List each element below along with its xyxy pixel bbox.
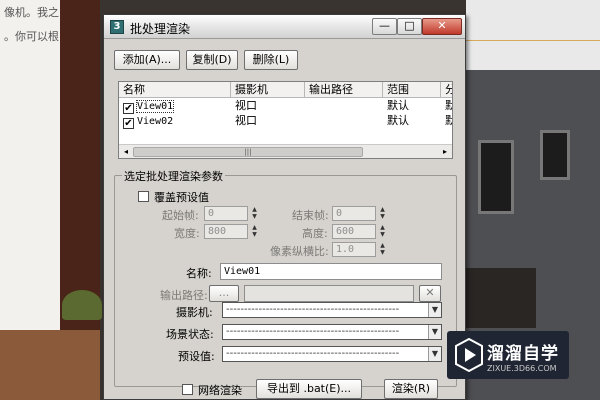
height-spinner[interactable]: ▲ ▼ xyxy=(378,224,387,239)
background-picture-frame-1 xyxy=(478,140,514,214)
output-browse-button[interactable]: ... xyxy=(209,285,239,302)
network-render-checkbox[interactable] xyxy=(182,384,193,395)
end-frame-field[interactable]: 0 xyxy=(332,206,376,221)
view-output xyxy=(305,99,383,114)
batch-render-dialog: 3 批处理渲染 — □ ✕ 添加(A)... 复制(D) 删除(L) 名称 摄影… xyxy=(103,14,466,400)
start-frame-label: 起始帧: xyxy=(162,209,199,222)
view-extra: 默 xyxy=(441,114,452,129)
column-name[interactable]: 名称 xyxy=(119,82,231,98)
view-range: 默认 xyxy=(387,99,409,112)
column-extra[interactable]: 分 xyxy=(441,82,452,98)
end-frame-spinner[interactable]: ▲ ▼ xyxy=(378,206,387,221)
preset-label: 预设值: xyxy=(178,350,215,363)
pixel-aspect-label: 像素纵横比: xyxy=(270,245,329,258)
site-watermark: 溜溜自学 ZIXUE.3D66.COM xyxy=(447,331,569,379)
view-name: View01 xyxy=(135,100,175,113)
app-logo-icon: 3 xyxy=(110,20,124,34)
camera-select-value: ----------------------------------------… xyxy=(226,304,400,315)
play-logo-icon xyxy=(455,338,483,372)
list-item[interactable]: ✔View01 视口 默认 默 xyxy=(119,99,452,114)
dialog-title: 批处理渲染 xyxy=(130,22,191,36)
background-picture-frame-2 xyxy=(540,130,570,180)
network-render-label: 网络渲染 xyxy=(198,384,242,397)
row-checkbox[interactable]: ✔ xyxy=(123,118,134,129)
camera-label: 摄影机: xyxy=(176,306,213,319)
camera-select[interactable]: ----------------------------------------… xyxy=(222,302,442,318)
scroll-left-icon[interactable]: ◂ xyxy=(119,146,133,158)
parameters-group-title: 选定批处理渲染参数 xyxy=(122,168,225,184)
view-camera: 视口 xyxy=(235,99,257,112)
list-item[interactable]: ✔View02 视口 默认 默 xyxy=(119,114,452,129)
list-header: 名称 摄影机 输出路径 范围 分 xyxy=(119,82,452,98)
output-path-field[interactable] xyxy=(244,285,414,302)
override-preset-checkbox[interactable] xyxy=(138,191,149,202)
minimize-button[interactable]: — xyxy=(372,18,397,35)
render-button[interactable]: 渲染(R) xyxy=(384,379,438,399)
column-range[interactable]: 范围 xyxy=(383,82,441,98)
name-field[interactable]: View01 xyxy=(220,263,442,280)
view-name: View02 xyxy=(137,116,174,127)
background-plant xyxy=(62,290,102,320)
view-camera: 视口 xyxy=(235,114,257,127)
height-field[interactable]: 600 xyxy=(332,224,376,239)
delete-button[interactable]: 删除(L) xyxy=(244,50,298,70)
scroll-right-icon[interactable]: ▸ xyxy=(438,146,452,158)
scene-state-select[interactable]: ----------------------------------------… xyxy=(222,324,442,340)
scroll-thumb[interactable]: ||| xyxy=(133,147,363,157)
view-output xyxy=(305,114,383,129)
scene-state-label: 场景状态: xyxy=(166,328,214,341)
column-camera[interactable]: 摄影机 xyxy=(231,82,305,98)
title-bar[interactable]: 3 批处理渲染 — □ ✕ xyxy=(104,15,465,39)
view-extra: 默 xyxy=(441,99,452,114)
chevron-down-icon[interactable]: ▼ xyxy=(428,325,441,339)
width-spinner[interactable]: ▲ ▼ xyxy=(250,224,259,239)
pixel-aspect-spinner[interactable]: ▲ ▼ xyxy=(378,242,387,257)
preset-select[interactable]: ----------------------------------------… xyxy=(222,346,442,362)
row-checkbox[interactable]: ✔ xyxy=(123,103,134,114)
output-clear-icon[interactable]: ✕ xyxy=(419,285,441,302)
view-range: 默认 xyxy=(387,114,409,127)
start-frame-spinner[interactable]: ▲ ▼ xyxy=(250,206,259,221)
background-ceiling xyxy=(466,0,600,70)
end-frame-label: 结束帧: xyxy=(292,209,329,222)
height-label: 高度: xyxy=(302,227,328,240)
export-bat-button[interactable]: 导出到 .bat(E)... xyxy=(256,379,362,399)
pixel-aspect-field[interactable]: 1.0 xyxy=(332,242,376,257)
chevron-down-icon[interactable]: ▼ xyxy=(428,347,441,361)
add-button[interactable]: 添加(A)... xyxy=(114,50,180,70)
close-button[interactable]: ✕ xyxy=(422,18,462,35)
background-floor xyxy=(0,330,100,400)
copy-button[interactable]: 复制(D) xyxy=(186,50,238,70)
batch-views-list[interactable]: 名称 摄影机 输出路径 范围 分 ✔View01 视口 默认 默 ✔View02… xyxy=(118,81,453,159)
start-frame-field[interactable]: 0 xyxy=(204,206,248,221)
output-path-label: 输出路径: xyxy=(160,289,208,302)
column-output-path[interactable]: 输出路径 xyxy=(305,82,383,98)
override-preset-label: 覆盖预设值 xyxy=(154,191,209,204)
preset-select-value: ----------------------------------------… xyxy=(226,348,400,359)
horizontal-scrollbar[interactable]: ◂ ||| ▸ xyxy=(119,144,452,158)
watermark-url: ZIXUE.3D66.COM xyxy=(487,364,557,373)
maximize-button[interactable]: □ xyxy=(397,18,422,35)
chevron-down-icon[interactable]: ▼ xyxy=(428,303,441,317)
name-label: 名称: xyxy=(186,267,212,280)
background-text-line-1: 像机。我之 xyxy=(4,6,59,19)
background-text-line-2: 。你可以根 xyxy=(4,30,59,43)
width-label: 宽度: xyxy=(174,227,200,240)
width-field[interactable]: 800 xyxy=(204,224,248,239)
watermark-title: 溜溜自学 xyxy=(487,344,559,364)
background-sofa xyxy=(466,268,536,328)
scene-state-select-value: ----------------------------------------… xyxy=(226,326,400,337)
